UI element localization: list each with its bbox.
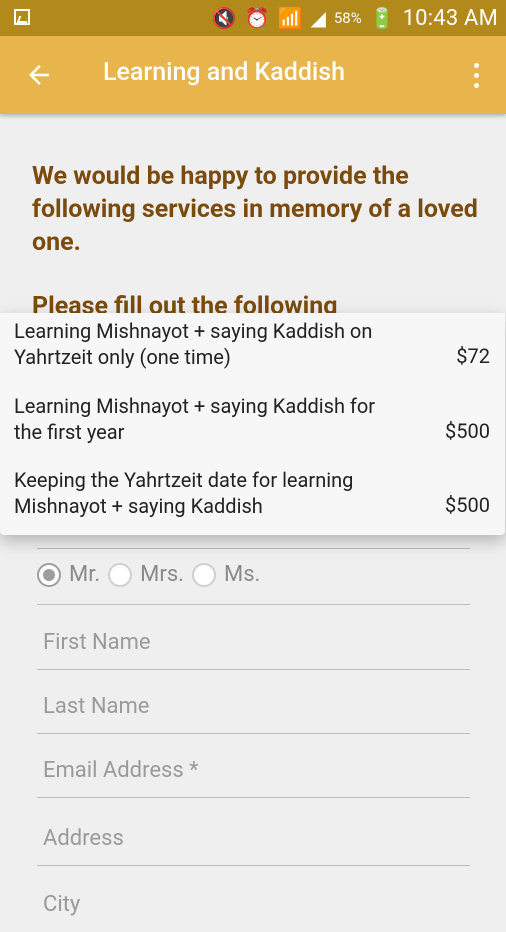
email-underline: [37, 797, 470, 798]
last-name-placeholder: Last Name: [43, 694, 150, 719]
battery-icon: 🔋: [369, 6, 395, 30]
first-name-field[interactable]: First Name: [37, 616, 470, 670]
last-name-underline: [37, 733, 470, 734]
last-name-field[interactable]: Last Name: [37, 680, 470, 734]
address-underline: [37, 865, 470, 866]
first-name-underline: [37, 669, 470, 670]
mute-icon: 🔇: [211, 6, 237, 30]
gallery-icon: [14, 9, 30, 25]
radio-label-ms: Ms.: [223, 562, 261, 587]
status-icons: 🔇 ⏰ 📶 ◢ 58% 🔋 10:43 AM: [212, 5, 498, 31]
address-placeholder: Address: [43, 826, 124, 851]
service-option[interactable]: Learning Mishnayot + saying Kaddish on Y…: [14, 318, 490, 370]
back-arrow-icon[interactable]: [24, 60, 54, 90]
address-field[interactable]: Address: [37, 812, 470, 866]
service-option-price: $72: [456, 344, 490, 368]
intro-text: We would be happy to provide the followi…: [32, 162, 478, 257]
title-radio-group: Mr. Mrs. Ms.: [37, 562, 260, 587]
first-name-placeholder: First Name: [43, 630, 151, 655]
status-bar: 🔇 ⏰ 📶 ◢ 58% 🔋 10:43 AM: [0, 0, 506, 36]
page-title: Learning and Kaddish: [103, 58, 346, 87]
overflow-menu-icon[interactable]: [474, 63, 480, 89]
clock: 10:43 AM: [402, 5, 498, 31]
service-option-text: Keeping the Yahrtzeit date for learning …: [14, 468, 354, 518]
signal-icon: ◢: [310, 6, 326, 30]
alarm-icon: ⏰: [244, 6, 270, 30]
radio-label-mrs: Mrs.: [140, 562, 184, 587]
main-content: We would be happy to provide the followi…: [0, 114, 506, 917]
radio-label-mr: Mr.: [69, 562, 101, 587]
dropdown-underline: [37, 548, 470, 549]
wifi-icon: 📶: [277, 6, 303, 30]
city-field[interactable]: City: [37, 878, 470, 932]
radio-underline: [37, 604, 470, 605]
service-option[interactable]: Keeping the Yahrtzeit date for learning …: [14, 467, 490, 519]
service-option-price: $500: [445, 493, 490, 517]
city-placeholder: City: [43, 892, 81, 917]
battery-percent: 58%: [333, 9, 362, 27]
service-option[interactable]: Learning Mishnayot + saying Kaddish for …: [14, 393, 490, 445]
radio-mrs[interactable]: [108, 562, 133, 587]
service-option-price: $500: [445, 419, 490, 443]
radio-mr[interactable]: [37, 562, 61, 587]
app-bar: Learning and Kaddish: [0, 36, 506, 114]
email-placeholder: Email Address *: [43, 758, 199, 783]
service-dropdown[interactable]: Learning Mishnayot + saying Kaddish on Y…: [0, 313, 505, 535]
service-option-text: Learning Mishnayot + saying Kaddish on Y…: [14, 319, 373, 369]
email-field[interactable]: Email Address *: [37, 744, 470, 798]
service-option-text: Learning Mishnayot + saying Kaddish for …: [14, 394, 376, 444]
radio-ms[interactable]: [191, 562, 216, 587]
